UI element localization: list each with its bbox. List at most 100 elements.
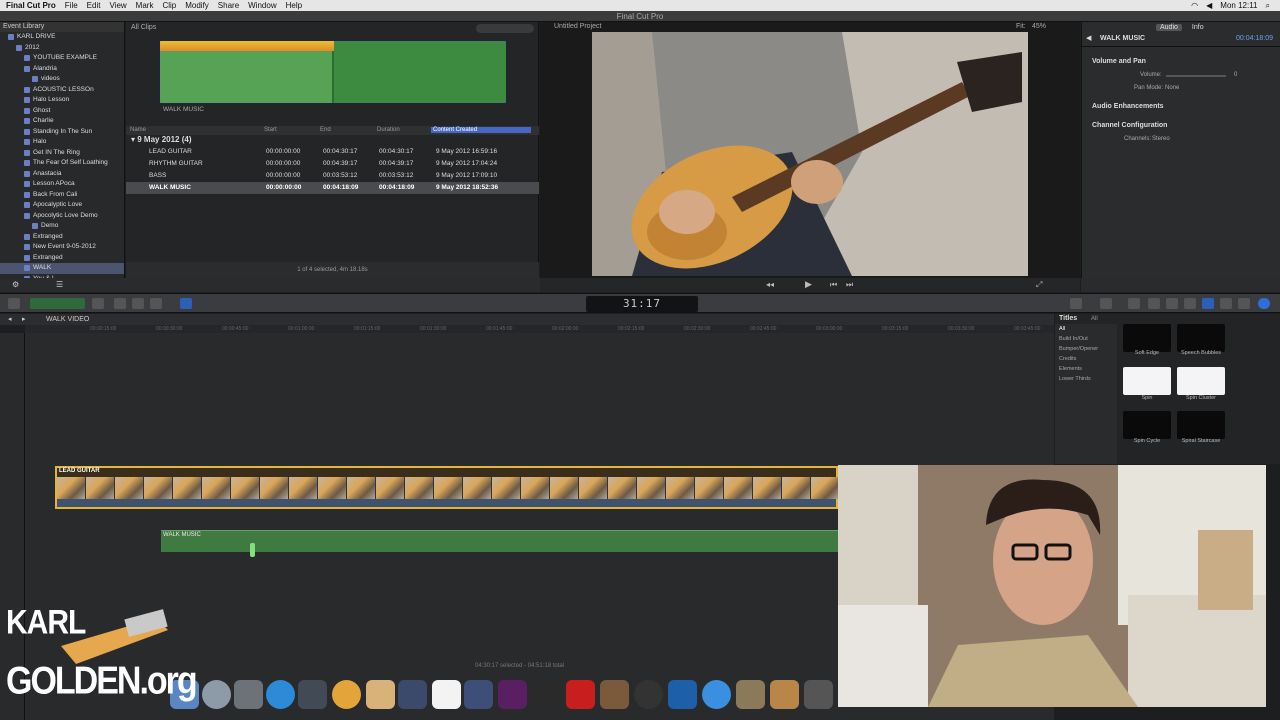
photo-booth-icon[interactable] [298,680,327,709]
spotlight-icon[interactable]: ⌕ [1266,1,1270,11]
title-thumb-spin[interactable] [1123,367,1171,395]
library-event-item[interactable]: The Fear Of Self Loathing [0,158,124,169]
menu-window[interactable]: Window [248,1,276,10]
app-menu[interactable]: Final Cut Pro [6,1,56,10]
connect-clip-button[interactable] [114,298,126,309]
col-name[interactable]: Name [130,127,146,133]
channel-configuration-section[interactable]: Channel Configuration [1092,122,1167,129]
category-lower-thirds[interactable]: Lower Thirds [1059,376,1091,382]
fullscreen-icon[interactable]: ⤢ [1036,280,1042,290]
date-group-header[interactable]: ▾ 9 May 2012 (4) [131,135,192,144]
menu-clip[interactable]: Clip [162,1,176,10]
menu-file[interactable]: File [65,1,78,10]
import-buttons[interactable] [30,298,85,309]
previous-edit-icon[interactable]: ⏮ [830,280,837,290]
library-event-item[interactable]: Back From Cali [0,190,124,201]
library-event-item[interactable]: KARL DRIVE [0,32,124,43]
col-start[interactable]: Start [264,127,277,133]
clip-row[interactable]: LEAD GUITAR 00:00:00:00 00:04:30:17 00:0… [126,146,539,158]
category-all[interactable]: All [1059,326,1065,332]
themes-button[interactable] [1238,298,1250,309]
append-clip-button[interactable] [150,298,162,309]
generators-button[interactable] [1220,298,1232,309]
menu-view[interactable]: View [109,1,126,10]
volume-icon[interactable]: ◀ [1206,1,1212,10]
menu-modify[interactable]: Modify [185,1,209,10]
image-capture-icon[interactable] [770,680,799,709]
menu-share[interactable]: Share [218,1,239,10]
library-event-item[interactable]: ACOUSTIC LESSOn [0,85,124,96]
photoshop-icon[interactable] [668,680,697,709]
channels-dropdown[interactable]: Stereo [1152,136,1170,142]
play-icon[interactable]: ▶ [805,279,812,290]
itunes-icon[interactable] [702,680,731,709]
category-build-in-out[interactable]: Build In/Out [1059,336,1088,342]
filmstrip-walk-music[interactable] [159,40,507,104]
volume-slider[interactable] [1166,75,1226,77]
clip-row[interactable]: BASS 00:00:00:00 00:03:53:12 00:03:53:12… [126,170,539,182]
library-event-item[interactable]: Anastacia [0,169,124,180]
library-event-item[interactable]: Lesson APoca [0,179,124,190]
back-arrow-icon[interactable]: ◂ [8,314,12,325]
select-tool-button[interactable] [180,298,192,309]
volume-value[interactable]: 0 [1234,72,1237,78]
library-event-item[interactable]: WALK [0,263,124,274]
retime-button[interactable] [1100,298,1112,309]
title-thumb-spiral-staircase[interactable] [1177,411,1225,439]
garageband-icon[interactable] [600,680,629,709]
info-icon[interactable] [1258,298,1270,309]
library-event-item[interactable]: Extranged [0,253,124,264]
library-event-item[interactable]: Ghost [0,106,124,117]
library-event-item[interactable]: Charlie [0,116,124,127]
connected-music-clip[interactable]: WALK MUSIC [161,530,838,552]
clock[interactable]: Mon 12:11 [1220,1,1257,10]
list-view-icon[interactable]: ☰ [56,280,63,289]
inspector-button[interactable] [1128,298,1140,309]
iphoto-icon[interactable] [464,680,493,709]
keyword-button[interactable] [92,298,104,309]
next-edit-icon[interactable]: ⏭ [846,280,853,290]
library-event-item[interactable]: Apocolytic Love Demo [0,211,124,222]
tab-info[interactable]: Info [1192,24,1204,31]
rewind-icon[interactable]: ◂◂ [766,280,774,289]
library-event-item[interactable]: Halo Lesson [0,95,124,106]
final-cut-pro-icon[interactable] [398,680,427,709]
category-bumper-opener[interactable]: Bumper/Opener [1059,346,1098,352]
effects-browser-button[interactable] [1148,298,1160,309]
clip-row-selected[interactable]: WALK MUSIC 00:00:00:00 00:04:18:09 00:04… [126,182,539,194]
premiere-icon[interactable] [498,680,527,709]
col-end[interactable]: End [320,127,331,133]
compressor-icon[interactable] [532,680,561,709]
library-event-item[interactable]: videos [0,74,124,85]
audio-enhancements-section[interactable]: Audio Enhancements [1092,103,1164,110]
address-book-icon[interactable] [366,680,395,709]
library-event-item[interactable]: Demo [0,221,124,232]
enhance-button[interactable] [1070,298,1082,309]
library-event-item[interactable]: Extranged [0,232,124,243]
launchpad-icon[interactable] [202,680,231,709]
app-icon[interactable] [804,680,833,709]
title-thumb-spin-cycle[interactable] [1123,411,1171,439]
zoom-dropdown[interactable]: 45% [1032,22,1046,32]
volume-pan-section[interactable]: Volume and Pan [1092,58,1146,65]
timeline-ruler[interactable]: 00:00:15:00 00:00:30:00 00:00:45:00 00:01:0… [25,325,1054,333]
dashboard-timecode[interactable]: 31:17 [586,296,698,312]
gear-icon[interactable]: ⚙ [12,280,19,289]
tab-audio[interactable]: Audio [1156,24,1182,31]
skimmer-handle[interactable] [250,543,255,557]
category-credits[interactable]: Credits [1059,356,1076,362]
titles-browser-button[interactable] [1202,298,1214,309]
title-thumb-spin-cluster[interactable] [1177,367,1225,395]
titles-filter[interactable]: All [1091,316,1098,322]
library-event-item[interactable]: 2012 [0,43,124,54]
pan-mode-dropdown[interactable]: None [1165,85,1179,91]
clip-row[interactable]: RHYTHM GUITAR 00:00:00:00 00:04:39:17 00… [126,158,539,170]
photo-stack-icon[interactable] [566,680,595,709]
library-event-item[interactable]: Halo [0,137,124,148]
wifi-icon[interactable]: ◠ [1191,1,1198,10]
ical-icon[interactable] [432,680,461,709]
photos-browser-button[interactable] [1166,298,1178,309]
automator-icon[interactable] [736,680,765,709]
library-event-item[interactable]: YOUTUBE EXAMPLE [0,53,124,64]
col-content-created[interactable]: Content Created [431,127,531,133]
